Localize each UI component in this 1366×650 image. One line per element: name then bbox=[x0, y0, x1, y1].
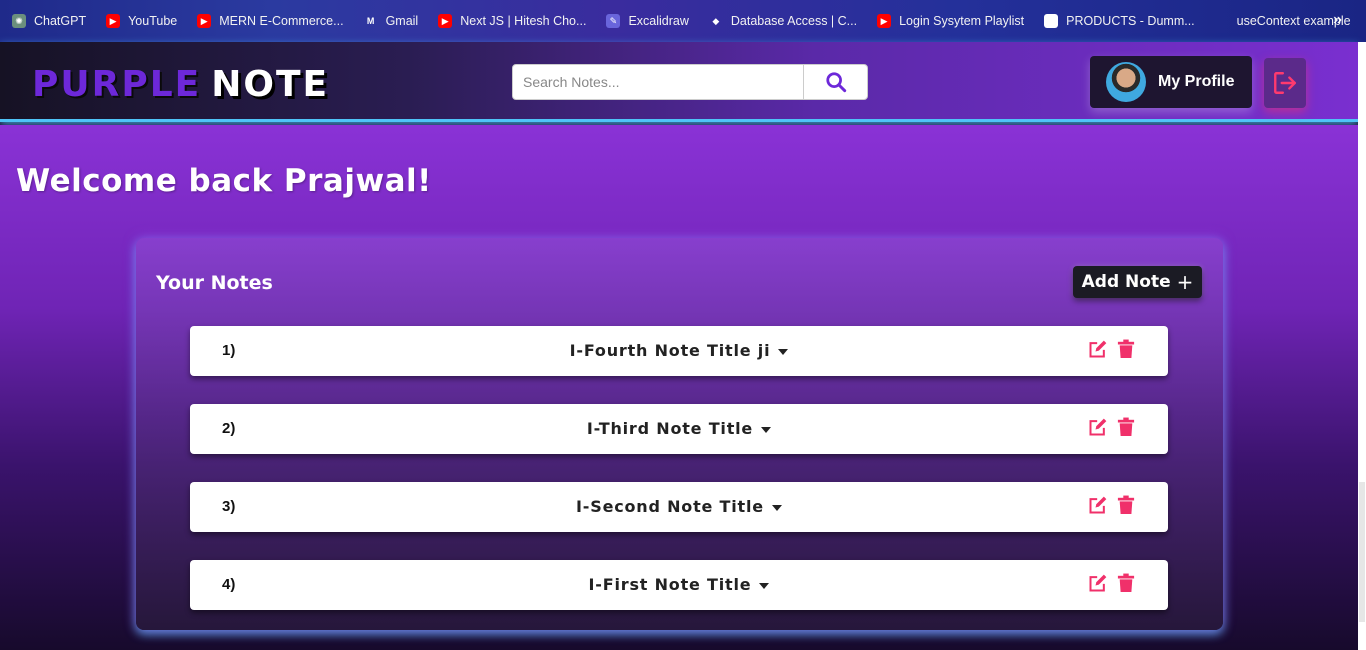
youtube-icon: ▶ bbox=[438, 14, 453, 28]
bookmark-label: Gmail bbox=[385, 14, 419, 28]
bookmarks-bar: ✺ ChatGPT ▶ YouTube ▶ MERN E-Commerce...… bbox=[0, 0, 1366, 42]
note-actions bbox=[1088, 339, 1136, 359]
logout-icon bbox=[1274, 72, 1296, 94]
note-item[interactable]: 1) I-Fourth Note Title ji bbox=[190, 326, 1168, 376]
brand-purple: PURPLE bbox=[32, 64, 202, 105]
my-profile-button[interactable]: My Profile bbox=[1090, 56, 1252, 108]
bookmark-nextjs[interactable]: ▶ Next JS | Hitesh Cho... bbox=[438, 0, 586, 42]
logout-button[interactable] bbox=[1264, 58, 1306, 108]
note-actions bbox=[1088, 417, 1136, 437]
edit-icon bbox=[1089, 496, 1107, 514]
note-item[interactable]: 4) I-First Note Title bbox=[190, 560, 1168, 610]
mongodb-icon: ◆ bbox=[712, 15, 720, 26]
bookmark-label: PRODUCTS - Dumm... bbox=[1066, 14, 1195, 28]
delete-button[interactable] bbox=[1116, 339, 1136, 359]
scrollbar-thumb[interactable] bbox=[1359, 482, 1365, 622]
chatgpt-icon: ✺ bbox=[12, 14, 26, 28]
note-title: I-Fourth Note Title ji bbox=[569, 341, 771, 360]
bookmark-mern[interactable]: ▶ MERN E-Commerce... bbox=[197, 0, 344, 42]
welcome-heading: Welcome back Prajwal! bbox=[16, 163, 432, 199]
bookmark-youtube[interactable]: ▶ YouTube bbox=[106, 0, 177, 42]
youtube-icon: ▶ bbox=[877, 14, 892, 28]
bookmark-chatgpt[interactable]: ✺ ChatGPT bbox=[12, 0, 86, 42]
avatar bbox=[1106, 62, 1146, 102]
search-icon bbox=[825, 72, 846, 93]
caret-down-icon bbox=[759, 582, 770, 589]
note-title: I-Second Note Title bbox=[576, 497, 764, 516]
bookmark-gmail[interactable]: M Gmail bbox=[364, 0, 419, 42]
youtube-icon: ▶ bbox=[197, 14, 212, 28]
bookmark-label: Next JS | Hitesh Cho... bbox=[460, 14, 587, 28]
search-input[interactable] bbox=[513, 65, 803, 99]
caret-down-icon bbox=[771, 504, 782, 511]
navbar: PURPLENOTE My Profile bbox=[0, 42, 1358, 122]
bookmark-database[interactable]: ◆ Database Access | C... bbox=[709, 0, 857, 42]
more-bookmarks-icon[interactable]: » bbox=[1333, 11, 1342, 29]
note-title-toggle[interactable]: I-Third Note Title bbox=[190, 419, 1168, 438]
profile-label: My Profile bbox=[1158, 73, 1235, 90]
delete-button[interactable] bbox=[1116, 573, 1136, 593]
bookmark-products[interactable]: ● PRODUCTS - Dumm... bbox=[1044, 0, 1195, 42]
note-title: I-Third Note Title bbox=[586, 419, 754, 438]
products-icon: ● bbox=[1044, 14, 1059, 28]
bookmark-login[interactable]: ▶ Login Sysytem Playlist bbox=[877, 0, 1024, 42]
note-item[interactable]: 3) I-Second Note Title bbox=[190, 482, 1168, 532]
bookmark-label: MERN E-Commerce... bbox=[219, 14, 344, 28]
note-title-toggle[interactable]: I-First Note Title bbox=[190, 575, 1168, 594]
edit-button[interactable] bbox=[1088, 573, 1108, 593]
note-item[interactable]: 2) I-Third Note Title bbox=[190, 404, 1168, 454]
note-title-toggle[interactable]: I-Second Note Title bbox=[190, 497, 1168, 516]
edit-icon bbox=[1089, 418, 1107, 436]
bookmark-label: ChatGPT bbox=[34, 14, 87, 28]
edit-button[interactable] bbox=[1088, 495, 1108, 515]
trash-icon bbox=[1117, 417, 1135, 436]
page-scrollbar[interactable] bbox=[1358, 42, 1366, 650]
globe-icon bbox=[1215, 14, 1229, 28]
edit-icon bbox=[1089, 340, 1107, 358]
trash-icon bbox=[1117, 573, 1135, 592]
add-note-button[interactable]: Add Note + bbox=[1073, 266, 1202, 298]
notes-panel: Your Notes Add Note + 1) I-Fourth Note T… bbox=[136, 238, 1223, 630]
brand-logo[interactable]: PURPLE NOTE bbox=[32, 64, 329, 105]
main-content: Welcome back Prajwal! Your Notes Add Not… bbox=[0, 125, 1358, 650]
note-title: I-First Note Title bbox=[588, 575, 752, 594]
excalidraw-icon: ✎ bbox=[606, 14, 621, 28]
caret-down-icon bbox=[761, 426, 772, 433]
bookmark-label: Login Sysytem Playlist bbox=[899, 14, 1025, 28]
note-actions bbox=[1088, 573, 1136, 593]
delete-button[interactable] bbox=[1116, 417, 1136, 437]
bookmark-usecontext[interactable]: useContext example bbox=[1215, 0, 1351, 42]
bookmark-label: YouTube bbox=[128, 14, 178, 28]
bookmark-excalidraw[interactable]: ✎ Excalidraw bbox=[606, 0, 689, 42]
bookmark-label: Database Access | C... bbox=[730, 14, 858, 28]
youtube-icon: ▶ bbox=[106, 14, 121, 28]
trash-icon bbox=[1117, 339, 1135, 358]
delete-button[interactable] bbox=[1116, 495, 1136, 515]
note-title-toggle[interactable]: I-Fourth Note Title ji bbox=[190, 341, 1168, 360]
note-actions bbox=[1088, 495, 1136, 515]
add-note-label: Add Note bbox=[1081, 272, 1171, 292]
caret-down-icon bbox=[778, 348, 789, 355]
plus-icon: + bbox=[1176, 270, 1194, 294]
bookmark-label: Excalidraw bbox=[628, 14, 689, 28]
gmail-icon: M bbox=[366, 16, 375, 26]
search-button[interactable] bbox=[803, 65, 867, 99]
search-bar bbox=[512, 64, 868, 100]
panel-title: Your Notes bbox=[156, 272, 273, 294]
edit-icon bbox=[1089, 574, 1107, 592]
edit-button[interactable] bbox=[1088, 339, 1108, 359]
trash-icon bbox=[1117, 495, 1135, 514]
brand-note: NOTE bbox=[211, 64, 330, 105]
edit-button[interactable] bbox=[1088, 417, 1108, 437]
